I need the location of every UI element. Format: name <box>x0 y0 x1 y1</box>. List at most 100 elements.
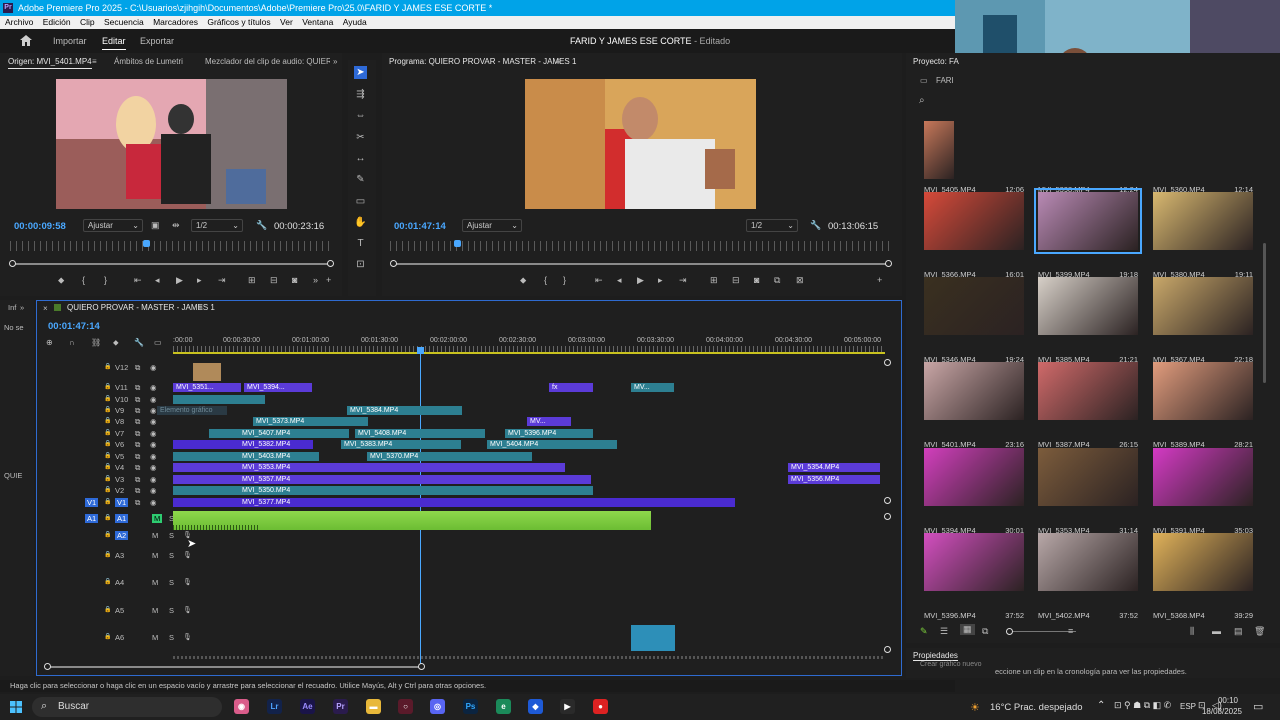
video-track-header[interactable]: 🔒 V7 ⧉ ◉ <box>77 429 207 439</box>
language-indicator[interactable]: ESP <box>1180 702 1196 711</box>
tab-exportar[interactable]: Exportar <box>140 36 174 46</box>
captions-icon[interactable]: ▭ <box>154 338 162 347</box>
weather-text[interactable]: 16°C Prac. despejado <box>990 702 1083 713</box>
extract-icon[interactable]: ⊟ <box>732 275 740 286</box>
solo-button[interactable]: S <box>169 531 174 540</box>
linked-selection-icon[interactable]: ⛓ <box>91 338 101 347</box>
mute-button[interactable]: M <box>152 531 158 540</box>
clip-thumbnail[interactable] <box>924 121 954 179</box>
solo-button[interactable]: S <box>169 633 174 642</box>
eye-icon[interactable]: ◉ <box>150 452 157 461</box>
sync-lock-icon[interactable]: ⧉ <box>135 452 140 462</box>
eye-icon[interactable]: ◉ <box>150 363 157 372</box>
clip-thumbnail[interactable] <box>1038 362 1138 420</box>
eye-icon[interactable]: ◉ <box>150 395 157 404</box>
sync-lock-icon[interactable]: ⧉ <box>135 406 140 416</box>
tab-importar[interactable]: Importar <box>53 36 87 46</box>
audio-track-header[interactable]: 🔒 A4 M S 🎙 <box>77 578 207 590</box>
mark-out-icon[interactable]: } <box>563 275 566 285</box>
selection-tool-icon[interactable]: ➤ <box>354 66 367 79</box>
razor-icon[interactable]: ✂ <box>354 131 367 144</box>
project-tab[interactable]: Proyecto: FA <box>913 55 959 69</box>
app-icon[interactable]: ● <box>593 699 608 714</box>
hscroll-handle-right[interactable] <box>418 663 425 670</box>
clip-thumbnail[interactable] <box>924 362 1024 420</box>
clip-thumbnail[interactable] <box>1038 448 1138 506</box>
close-icon[interactable]: × <box>43 304 48 313</box>
camera-icon[interactable]: ◙ <box>292 275 297 285</box>
timeline-clip[interactable]: fx <box>549 383 593 392</box>
source-zoom-bar[interactable] <box>14 263 330 265</box>
new-graphic-button[interactable]: Crear gráfico nuevo <box>920 661 981 668</box>
edge-icon[interactable]: e <box>496 699 511 714</box>
step-back-icon[interactable]: ◂ <box>155 275 160 286</box>
timeline-clip[interactable]: MVI_5408.MP4 <box>355 429 485 438</box>
timeline-clip[interactable]: MVI_5396.MP4 <box>505 429 593 438</box>
eye-icon[interactable]: ◉ <box>150 486 157 495</box>
menu-edicion[interactable]: Edición <box>43 17 71 27</box>
delete-icon[interactable]: 🗑 <box>1254 626 1265 637</box>
tab-audio-mixer[interactable]: Mezclador del clip de audio: QUIERO I <box>205 55 330 69</box>
timeline-clip[interactable]: MVI_5353.MP4 <box>173 463 565 472</box>
program-zoom-bar[interactable] <box>396 263 890 265</box>
sync-lock-icon[interactable]: ⧉ <box>135 440 140 450</box>
clip-thumbnail[interactable] <box>1034 188 1142 254</box>
audio-track-header[interactable]: 🔒 A5 M S 🎙 <box>77 606 207 618</box>
timeline-clip[interactable]: MVI_5384.MP4 <box>347 406 462 415</box>
play-icon[interactable]: ▶ <box>637 275 644 286</box>
app-icon[interactable]: ○ <box>398 699 413 714</box>
clip-thumbnail[interactable] <box>1153 448 1253 506</box>
sequence-tab[interactable]: QUIERO PROVAR - MASTER - JAMES 1 <box>67 303 215 312</box>
audio-track-header[interactable]: 🔒 A6 M S 🎙 <box>77 633 207 645</box>
microphone-icon[interactable]: 🎙 <box>183 551 192 559</box>
lock-icon[interactable]: 🔒 <box>104 452 111 459</box>
microphone-icon[interactable]: 🎙 <box>183 633 192 641</box>
timeline-clip[interactable]: MVI_5382.MP4 <box>173 440 313 449</box>
mark-in-icon[interactable]: { <box>544 275 547 285</box>
source-patch-v1[interactable]: V1 <box>85 498 99 507</box>
expand-icon[interactable]: » <box>20 303 24 312</box>
timeline-clip[interactable]: MV... <box>527 417 571 426</box>
zoom-handle-left[interactable] <box>390 260 397 267</box>
rectangle-icon[interactable]: ▭ <box>354 195 367 208</box>
program-title[interactable]: Programa: QUIERO PROVAR - MASTER - JAMES… <box>389 55 576 69</box>
timeline-clip[interactable]: MVI_5370.MP4 <box>367 452 532 461</box>
clip-thumbnail[interactable] <box>1153 362 1253 420</box>
menu-archivo[interactable]: Archivo <box>5 17 33 27</box>
clip-thumbnail[interactable] <box>924 448 1024 506</box>
source-resolution-dropdown[interactable]: 1/2 ⌄ <box>191 219 243 232</box>
lock-icon[interactable]: 🔒 <box>104 551 111 558</box>
tab-lumetri[interactable]: Ámbitos de Lumetri <box>114 55 183 69</box>
solo-button[interactable]: S <box>169 551 174 560</box>
insert-icon[interactable]: ⇹ <box>172 220 180 231</box>
lock-icon[interactable]: 🔒 <box>104 383 111 390</box>
windows-start-icon[interactable] <box>10 701 22 713</box>
insert-clip-icon[interactable]: ⊞ <box>248 275 256 286</box>
clip-thumbnail[interactable] <box>924 192 1024 250</box>
list-view-icon[interactable]: ☰ <box>940 626 948 637</box>
mute-button[interactable]: M <box>152 551 158 560</box>
project-scrollbar[interactable] <box>1263 243 1266 383</box>
audio-track-header[interactable]: 🔒 A3 M S 🎙 <box>77 551 207 563</box>
clip-thumbnail[interactable] <box>924 277 1024 335</box>
go-to-in-icon[interactable]: ⇤ <box>595 275 603 286</box>
lock-icon[interactable]: 🔒 <box>104 406 111 413</box>
menu-ayuda[interactable]: Ayuda <box>343 17 367 27</box>
lock-icon[interactable]: 🔒 <box>104 363 111 370</box>
zoom-handle-left[interactable] <box>9 260 16 267</box>
menu-icon[interactable]: ≡ <box>92 55 97 69</box>
go-to-out-icon[interactable]: ⇥ <box>218 275 226 286</box>
lock-icon[interactable]: 🔒 <box>104 486 111 493</box>
sort-icon[interactable]: ≡ <box>1068 626 1073 636</box>
eye-icon[interactable]: ◉ <box>150 440 157 449</box>
tab-editar[interactable]: Editar <box>102 36 126 46</box>
home-icon[interactable] <box>20 35 32 46</box>
menu-ver[interactable]: Ver <box>280 17 293 27</box>
clip-thumbnail[interactable] <box>1153 192 1253 250</box>
video-track-header[interactable]: 🔒 V12 ⧉ ◉ <box>77 363 207 373</box>
clip-thumbnail[interactable] <box>924 533 1024 591</box>
solo-button[interactable]: S <box>169 606 174 615</box>
eye-icon[interactable]: ◉ <box>150 406 157 415</box>
lock-icon[interactable]: 🔒 <box>104 429 111 436</box>
timeline-clip[interactable]: MVI_5377.MP4 <box>173 498 735 507</box>
